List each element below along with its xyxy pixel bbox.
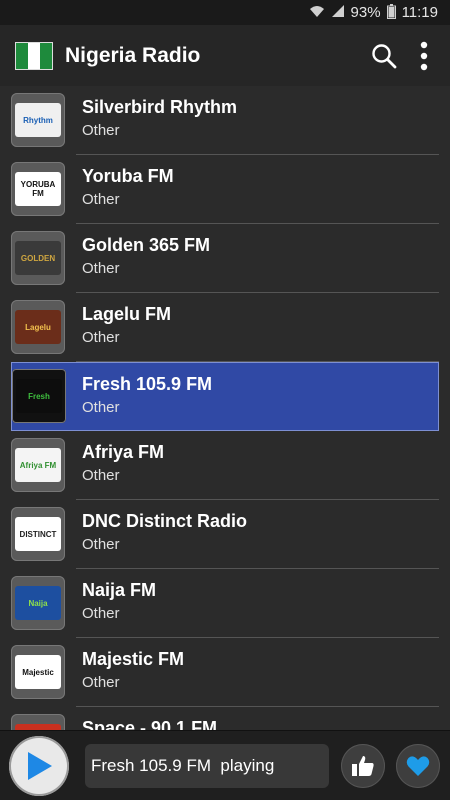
station-row[interactable]: Naija Naija FM Other: [0, 569, 450, 638]
station-row[interactable]: GOLDEN Golden 365 FM Other: [0, 224, 450, 293]
station-genre: Other: [82, 260, 120, 277]
thumbs-up-icon: [352, 756, 374, 776]
station-genre: Other: [82, 605, 120, 622]
play-icon: [28, 752, 52, 780]
station-list: Rhythm Silverbird Rhythm Other YORUBA FM Yor…: [0, 86, 450, 730]
station-logo-image: Afriya FM: [15, 448, 61, 482]
player-bar: Fresh 105.9 FM playing: [0, 730, 450, 800]
station-row[interactable]: Space - 90.1 FMOther: [0, 707, 450, 730]
like-button[interactable]: [341, 744, 385, 788]
station-logo: YORUBA FM: [11, 162, 65, 216]
more-vert-icon: [420, 41, 428, 70]
station-genre: Other: [82, 329, 120, 346]
wifi-icon: [309, 4, 325, 21]
battery-icon: [386, 3, 396, 22]
battery-percent: 93%: [350, 4, 381, 21]
station-logo: GOLDEN: [11, 231, 65, 285]
station-logo: Fresh: [12, 369, 66, 423]
station-row[interactable]: Rhythm Silverbird Rhythm Other: [0, 86, 450, 155]
station-logo: Afriya FM: [11, 438, 65, 492]
search-button[interactable]: [364, 36, 404, 76]
station-name: Afriya FM: [82, 442, 165, 462]
station-logo: Lagelu: [11, 300, 65, 354]
station-logo: Naija: [11, 576, 65, 630]
station-logo-image: Fresh: [16, 379, 62, 413]
station-logo: DISTINCT: [11, 507, 65, 561]
station-name: Majestic FM: [82, 649, 185, 669]
heart-icon: [406, 756, 430, 776]
more-options-button[interactable]: [404, 36, 444, 76]
station-logo: [11, 714, 65, 730]
station-row[interactable]: Fresh Fresh 105.9 FM Other: [11, 362, 439, 431]
station-logo-image: Naija: [15, 586, 61, 620]
station-logo: Majestic: [11, 645, 65, 699]
status-bar: 93% 11:19: [0, 0, 450, 25]
station-genre: Other: [82, 536, 120, 553]
station-genre: Other: [82, 191, 120, 208]
app-title: Nigeria Radio: [65, 43, 201, 67]
favorite-button[interactable]: [396, 744, 440, 788]
station-row[interactable]: Afriya FM Afriya FM Other: [0, 431, 450, 500]
station-name: Golden 365 FM: [82, 235, 211, 255]
clock: 11:19: [401, 4, 438, 21]
app-bar: Nigeria Radio: [0, 25, 450, 86]
station-genre: Other: [82, 122, 120, 139]
play-button[interactable]: [9, 736, 69, 796]
station-genre: Other: [82, 674, 120, 691]
station-name: Yoruba FM: [82, 166, 174, 186]
station-logo-image: YORUBA FM: [15, 172, 61, 206]
station-name: Lagelu FM: [82, 304, 171, 324]
station-name: DNC Distinct Radio: [82, 511, 248, 531]
nigeria-flag-icon: [15, 41, 53, 70]
station-logo-image: Lagelu: [15, 310, 61, 344]
station-genre: Other: [82, 399, 120, 416]
station-logo-image: GOLDEN: [15, 241, 61, 275]
station-logo-image: Rhythm: [15, 103, 61, 137]
search-icon: [372, 43, 397, 68]
now-playing-field[interactable]: Fresh 105.9 FM playing: [85, 744, 329, 788]
station-genre: Other: [82, 467, 120, 484]
station-name: Space - 90.1 FM: [82, 718, 218, 730]
station-name: Fresh 105.9 FM: [82, 374, 213, 394]
station-name: Naija FM: [82, 580, 157, 600]
station-name: Silverbird Rhythm: [82, 97, 238, 117]
station-row[interactable]: YORUBA FM Yoruba FM Other: [0, 155, 450, 224]
station-logo: Rhythm: [11, 93, 65, 147]
station-logo-image: DISTINCT: [15, 517, 61, 551]
signal-icon: [331, 4, 345, 21]
station-logo-image: Majestic: [15, 655, 61, 689]
station-row[interactable]: DISTINCT DNC Distinct Radio Other: [0, 500, 450, 569]
station-row[interactable]: Lagelu Lagelu FM Other: [0, 293, 450, 362]
station-row[interactable]: Majestic Majestic FM Other: [0, 638, 450, 707]
